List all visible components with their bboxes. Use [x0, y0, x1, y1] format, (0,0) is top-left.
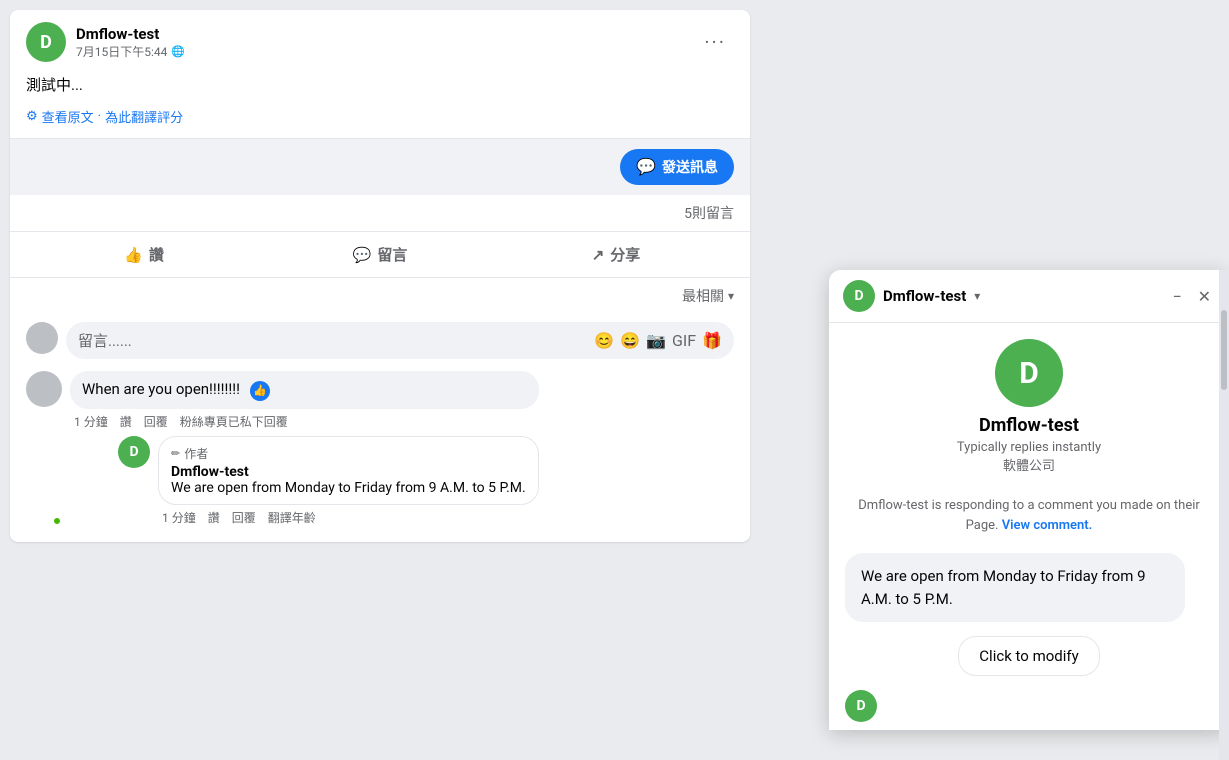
- comment-label: 留言: [377, 244, 407, 265]
- online-indicator: [52, 516, 62, 526]
- messenger-panel: D Dmflow-test ▾ − ✕ D Dmflow-test Typica…: [829, 270, 1229, 730]
- send-message-label: 發送訊息: [662, 157, 718, 177]
- author-label: 作者: [184, 445, 208, 462]
- share-label: 分享: [610, 244, 640, 265]
- messenger-header-avatar: D: [843, 280, 875, 312]
- reply-reply-action[interactable]: 回覆: [232, 509, 256, 526]
- reply-text: We are open from Monday to Friday from 9…: [171, 480, 526, 496]
- post-content: 測試中...: [10, 70, 750, 107]
- comment-body: When are you open!!!!!!!! 👍 1 分鐘 讚 回覆 粉絲…: [70, 371, 539, 526]
- reply-comment: D ✏ 作者 Dmflow-test We are open from Mond…: [118, 436, 539, 526]
- like-icon: 👍: [124, 246, 143, 264]
- comment-input-icons: 😊 😄 📷 GIF 🎁: [594, 331, 722, 350]
- close-button[interactable]: ✕: [1194, 283, 1215, 310]
- separator: ·: [98, 109, 101, 124]
- smile-icon[interactable]: 😄: [620, 331, 640, 350]
- post-header: D Dmflow-test 7月15日下午5:44 🌐 ···: [10, 10, 750, 70]
- comment-bubble: When are you open!!!!!!!! 👍: [70, 371, 539, 409]
- like-button[interactable]: 👍 讚: [26, 236, 262, 273]
- messenger-chevron-icon[interactable]: ▾: [974, 289, 980, 303]
- private-reply-badge: 粉絲專頁已私下回覆: [180, 413, 288, 430]
- sticker-icon[interactable]: 🎁: [702, 331, 722, 350]
- reply-like-action[interactable]: 讚: [208, 509, 220, 526]
- comment-input-box[interactable]: 留言...... 😊 😄 📷 GIF 🎁: [66, 322, 734, 359]
- scroll-thumb[interactable]: [1221, 310, 1227, 390]
- messenger-large-avatar: D: [995, 339, 1063, 407]
- reply-bubble: ✏ 作者 Dmflow-test We are open from Monday…: [158, 436, 539, 505]
- messenger-bottom-avatar: D: [845, 690, 877, 722]
- messenger-header: D Dmflow-test ▾ − ✕: [829, 270, 1229, 323]
- messenger-responding-notice: Dmflow-test is responding to a comment y…: [829, 486, 1229, 545]
- click-to-modify-button[interactable]: Click to modify: [958, 636, 1099, 676]
- sort-chevron-icon[interactable]: ▾: [728, 289, 734, 303]
- reply-body: ✏ 作者 Dmflow-test We are open from Monday…: [158, 436, 539, 526]
- post-card: D Dmflow-test 7月15日下午5:44 🌐 ··· 測試中... ⚙…: [10, 10, 750, 542]
- messenger-header-left: D Dmflow-test ▾: [843, 280, 980, 312]
- camera-icon[interactable]: 📷: [646, 331, 666, 350]
- scrollbar[interactable]: [1219, 270, 1229, 760]
- emoji-icon[interactable]: 😊: [594, 331, 614, 350]
- messenger-bottom-row: D: [829, 682, 1229, 730]
- reply-actions: 1 分鐘 讚 回覆 翻譯年齡: [158, 505, 539, 526]
- comment-icon: 💬: [353, 246, 372, 264]
- comment-text: When are you open!!!!!!!!: [82, 380, 240, 398]
- reply-author-name: Dmflow-test: [171, 464, 526, 480]
- messenger-company-type: 軟體公司: [1003, 455, 1055, 474]
- comment-input-row: 留言...... 😊 😄 📷 GIF 🎁: [10, 314, 750, 367]
- comment-input-avatar: [26, 322, 58, 354]
- action-bar: 👍 讚 💬 留言 ↗ 分享: [10, 232, 750, 278]
- reply-translate-action[interactable]: 翻譯年齡: [268, 509, 316, 526]
- reply-avatar: D: [118, 436, 150, 468]
- comment-placeholder: 留言......: [78, 330, 132, 351]
- table-row: When are you open!!!!!!!! 👍 1 分鐘 讚 回覆 粉絲…: [26, 371, 734, 526]
- comment-time: 1 分鐘: [74, 413, 108, 430]
- comment-count: 5則留言: [684, 203, 734, 223]
- comment-section: When are you open!!!!!!!! 👍 1 分鐘 讚 回覆 粉絲…: [10, 367, 750, 542]
- comment-reply-action[interactable]: 回覆: [144, 413, 168, 430]
- more-options-button[interactable]: ···: [696, 26, 734, 58]
- minimize-button[interactable]: −: [1168, 283, 1185, 310]
- globe-icon: 🌐: [171, 45, 185, 58]
- gif-icon[interactable]: GIF: [672, 331, 696, 350]
- share-button[interactable]: ↗ 分享: [498, 236, 734, 273]
- post-author-avatar: D: [26, 22, 66, 62]
- messenger-display-name: Dmflow-test: [979, 415, 1079, 436]
- messenger-icon: 💬: [636, 157, 656, 177]
- comment-like-action[interactable]: 讚: [120, 413, 132, 430]
- comment-actions: 1 分鐘 讚 回覆 粉絲專頁已私下回覆: [70, 409, 539, 430]
- comment-count-bar: 5則留言: [10, 195, 750, 232]
- rate-translation-link[interactable]: 為此翻譯評分: [105, 107, 183, 126]
- post-time-text: 7月15日下午5:44: [76, 43, 167, 60]
- messenger-page-name: Dmflow-test: [883, 287, 966, 305]
- commenter-avatar: [26, 371, 62, 407]
- messenger-message-bubble: We are open from Monday to Friday from 9…: [845, 553, 1185, 622]
- view-original-link[interactable]: 查看原文: [42, 107, 94, 126]
- reply-time: 1 分鐘: [162, 509, 196, 526]
- send-message-button[interactable]: 💬 發送訊息: [620, 149, 734, 185]
- comment-button[interactable]: 💬 留言: [262, 236, 498, 273]
- author-tag: ✏ 作者: [171, 445, 526, 462]
- post-meta: Dmflow-test 7月15日下午5:44 🌐: [76, 25, 185, 60]
- post-header-left: D Dmflow-test 7月15日下午5:44 🌐: [26, 22, 185, 62]
- messenger-body: D Dmflow-test Typically replies instantl…: [829, 323, 1229, 486]
- sort-bar: 最相關 ▾: [10, 278, 750, 314]
- send-message-bar: 💬 發送訊息: [10, 138, 750, 195]
- view-comment-link[interactable]: View comment.: [1002, 518, 1093, 533]
- pencil-icon: ✏: [171, 447, 180, 460]
- gear-icon[interactable]: ⚙: [26, 109, 38, 124]
- messenger-replies-instantly: Typically replies instantly: [957, 440, 1101, 455]
- facebook-post-container: D Dmflow-test 7月15日下午5:44 🌐 ··· 測試中... ⚙…: [0, 0, 760, 760]
- post-author-name: Dmflow-test: [76, 25, 185, 43]
- like-label: 讚: [149, 244, 164, 265]
- sort-label: 最相關: [682, 286, 724, 306]
- commenter-avatar-wrapper: [26, 371, 62, 526]
- share-icon: ↗: [592, 246, 605, 264]
- like-thumb-icon: 👍: [250, 381, 270, 401]
- post-translate-bar: ⚙ 查看原文 · 為此翻譯評分: [10, 107, 750, 138]
- post-time: 7月15日下午5:44 🌐: [76, 43, 185, 60]
- messenger-header-icons: − ✕: [1168, 283, 1215, 310]
